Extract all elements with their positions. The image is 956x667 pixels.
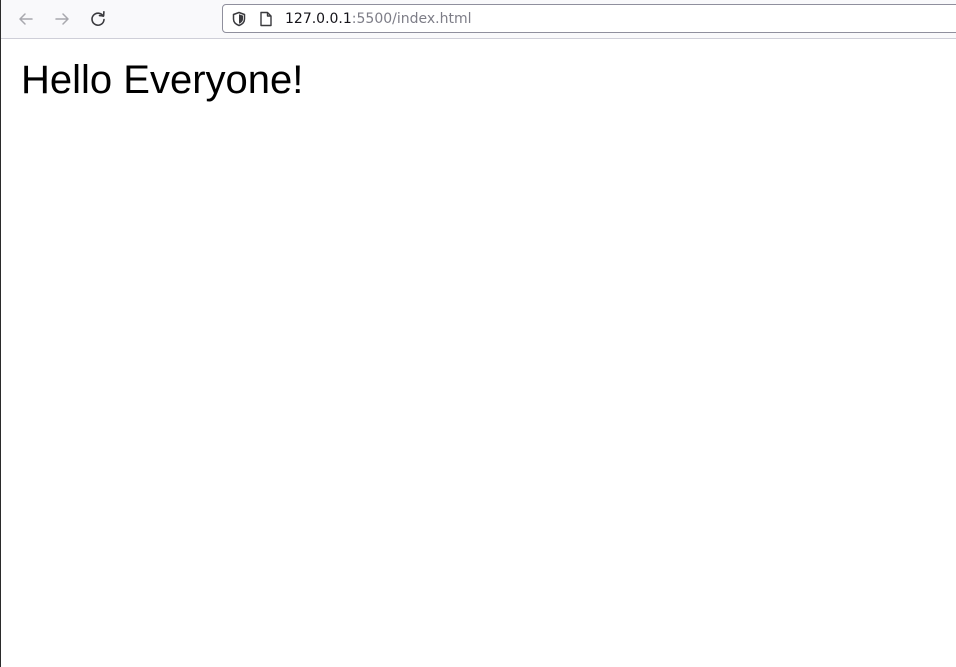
browser-window: 127.0.0.1:5500/index.html Hello Everyone… [0, 0, 956, 667]
arrow-left-icon [19, 13, 33, 25]
arrow-right-icon [55, 13, 69, 25]
url-text[interactable]: 127.0.0.1:5500/index.html [285, 10, 472, 28]
page-content: Hello Everyone! [1, 39, 956, 667]
back-button[interactable] [12, 5, 40, 33]
url-host: 127.0.0.1 [285, 11, 352, 27]
shield-icon[interactable] [231, 11, 247, 27]
reload-button[interactable] [84, 5, 112, 33]
browser-toolbar: 127.0.0.1:5500/index.html [1, 0, 956, 39]
url-path: :5500/index.html [351, 11, 472, 27]
page-heading: Hello Everyone! [21, 58, 304, 102]
reload-icon [91, 11, 105, 26]
forward-button[interactable] [48, 5, 76, 33]
address-bar[interactable]: 127.0.0.1:5500/index.html [222, 4, 956, 33]
page-icon [260, 11, 272, 27]
